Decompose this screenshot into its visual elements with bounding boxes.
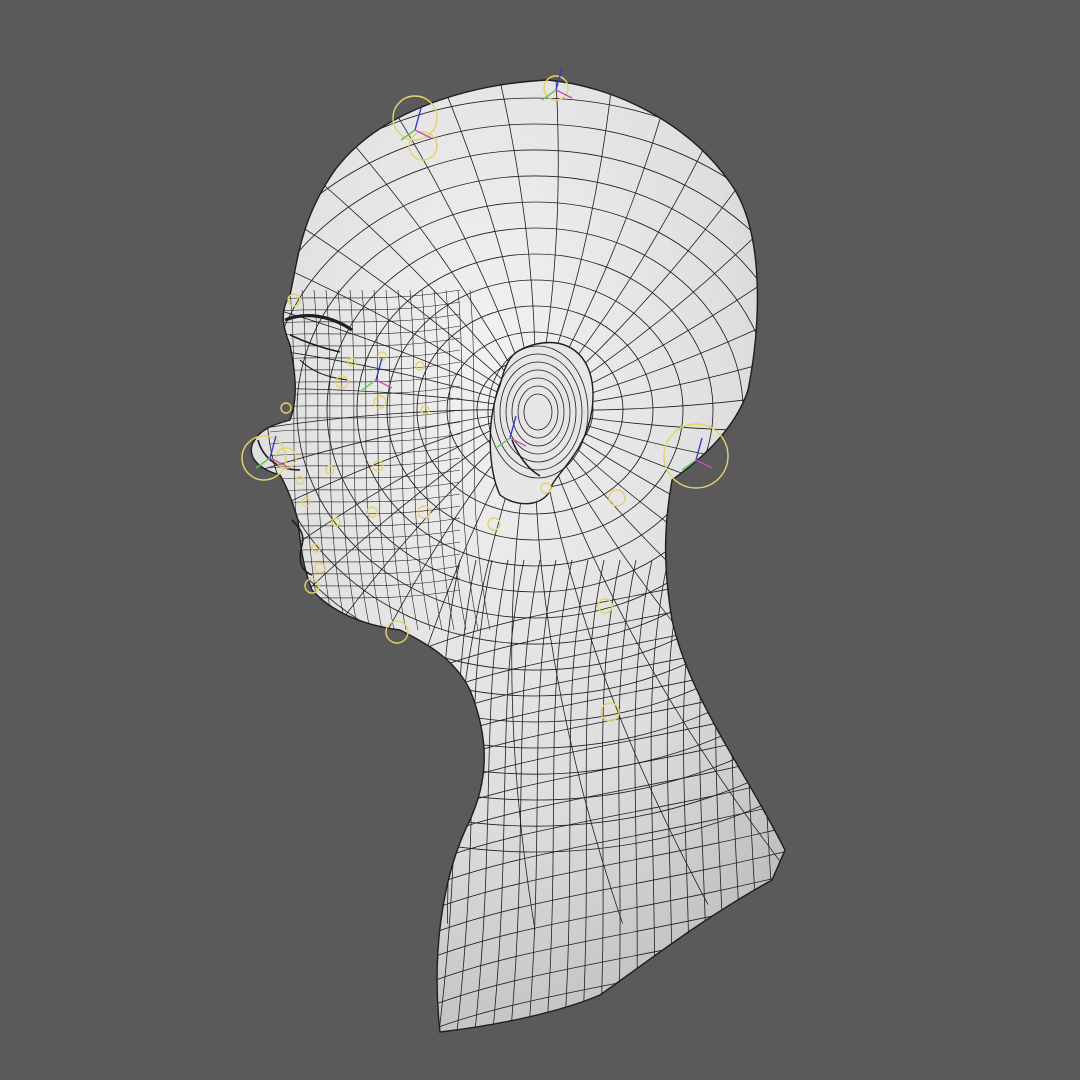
rig-control-circle[interactable] xyxy=(280,402,292,414)
mesh-edge-neck xyxy=(780,560,798,1040)
viewport-scene[interactable] xyxy=(0,0,1080,1080)
mesh-edge-neck xyxy=(764,560,780,1040)
head-bust-model[interactable] xyxy=(0,0,1080,1058)
bust-silhouette[interactable] xyxy=(250,79,786,1033)
3d-viewport[interactable] xyxy=(0,0,1080,1080)
rig-axis-z xyxy=(695,459,713,469)
